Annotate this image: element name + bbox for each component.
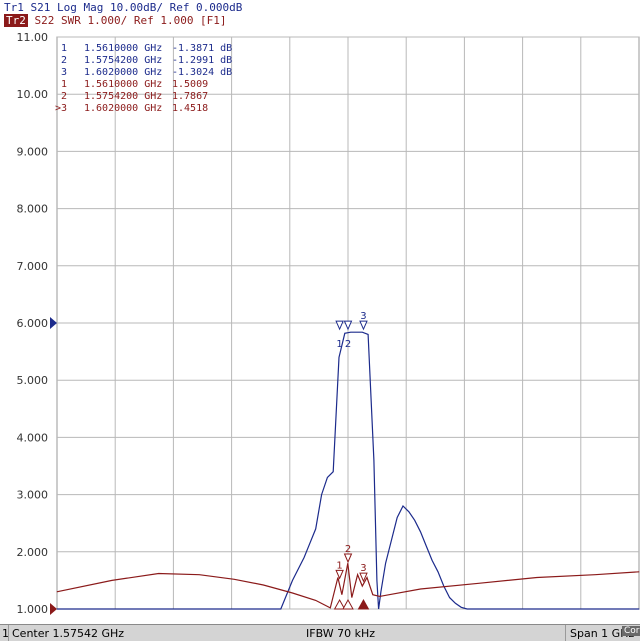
marker-frequency: 1.6020000 GHz	[84, 103, 162, 114]
marker-frequency: 1.5754200 GHz	[84, 55, 162, 66]
marker-frequency: 1.6020000 GHz	[84, 67, 162, 78]
marker-frequency: 1.5610000 GHz	[84, 79, 162, 90]
marker-label: 1	[336, 560, 342, 571]
separator	[8, 625, 9, 641]
separator	[565, 625, 566, 641]
y-tick-label: 11.00	[17, 31, 49, 44]
marker-label: 2	[345, 544, 351, 555]
ifbw-setting[interactable]: IFBW 70 kHz	[306, 627, 375, 640]
y-tick-label: 2.000	[17, 546, 49, 559]
marker-value: -1.3871 dB	[172, 43, 232, 54]
y-tick-label: 3.000	[17, 489, 49, 502]
marker-number: 3	[61, 67, 67, 78]
trace1-desc: S21 Log Mag 10.00dB/ Ref 0.000dB	[23, 1, 243, 14]
y-tick-label: 9.000	[17, 145, 49, 158]
y-tick-label: 8.000	[17, 203, 49, 216]
marker-frequency: 1.5610000 GHz	[84, 43, 162, 54]
trace2-desc: S22 SWR 1.000/ Ref 1.000 [F1]	[27, 14, 227, 27]
center-frequency[interactable]: Center 1.57542 GHz	[12, 627, 124, 640]
reference-marker	[50, 317, 57, 329]
y-tick-label: 7.000	[17, 260, 49, 273]
marker-number: 1	[61, 79, 67, 90]
measurement-chart: 1.000 2.000 3.000 4.000 5.000 6.000 7.000 8.000…	[17, 31, 640, 616]
status-bar: 1 Center 1.57542 GHz IFBW 70 kHz Span 1 …	[0, 624, 640, 641]
marker-frequency: 1.5754200 GHz	[84, 91, 162, 102]
marker-label: 3	[360, 311, 366, 322]
trace-header: Tr1 S21 Log Mag 10.00dB/ Ref 0.000dB Tr2…	[0, 0, 640, 28]
marker-label: 1	[336, 339, 342, 350]
marker-number: >3	[55, 103, 67, 114]
marker-label: 3	[360, 563, 366, 574]
marker-value: 1.7867	[172, 91, 208, 102]
trace1-tag: Tr1	[4, 1, 24, 14]
correction-indicator[interactable]: Cor	[622, 626, 640, 636]
trace2-tag: Tr2	[4, 14, 28, 27]
y-tick-label: 10.00	[17, 88, 49, 101]
y-tick-label: 6.000	[17, 317, 49, 330]
y-tick-label: 1.000	[17, 603, 49, 616]
y-tick-label: 4.000	[17, 431, 49, 444]
marker-value: -1.2991 dB	[172, 55, 232, 66]
marker-value: -1.3024 dB	[172, 67, 232, 78]
marker-label: 2	[345, 339, 351, 350]
marker-number: 2	[61, 91, 67, 102]
y-tick-label: 5.000	[17, 374, 49, 387]
marker-number: 2	[61, 55, 67, 66]
reference-marker	[50, 603, 57, 615]
marker-value: 1.4518	[172, 103, 208, 114]
trace2-settings[interactable]: Tr2 S22 SWR 1.000/ Ref 1.000 [F1]	[4, 14, 227, 27]
marker-value: 1.5009	[172, 79, 208, 90]
trace1-settings[interactable]: Tr1 S21 Log Mag 10.00dB/ Ref 0.000dB	[4, 1, 242, 14]
marker-number: 1	[61, 43, 67, 54]
